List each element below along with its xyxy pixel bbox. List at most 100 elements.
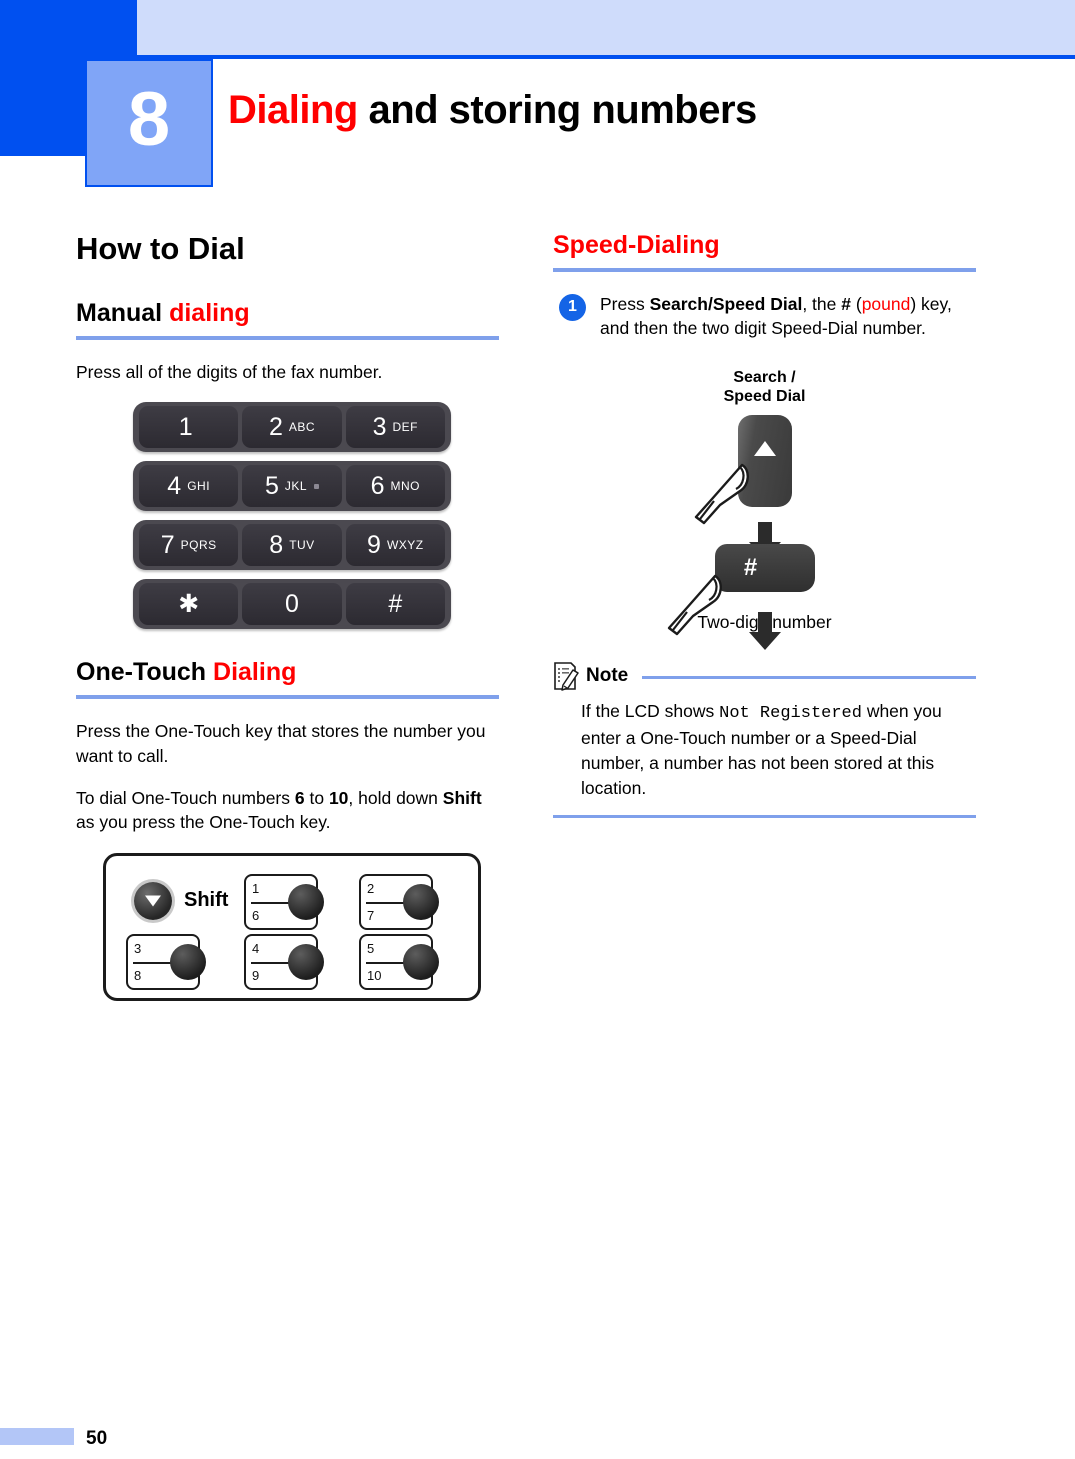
one-touch-number-bottom: 10 <box>367 968 382 984</box>
keypad-key-letters: JKL <box>284 479 308 494</box>
keypad-key-letters: DEF <box>392 420 419 435</box>
search-speed-dial-key-wrap <box>694 414 792 525</box>
footer-accent-bar <box>0 1428 74 1445</box>
keypad-key-1: 1 <box>139 406 239 449</box>
keypad-key-4: 4 GHI <box>139 465 239 508</box>
keypad-key-letters: TUV <box>289 538 315 553</box>
header-light-band <box>137 0 1075 55</box>
subheading-speed-dialing: Speed-Dialing <box>553 231 720 259</box>
note-pencil-icon <box>554 662 579 691</box>
keypad-key-2: 2 ABC <box>242 406 342 449</box>
paragraph-one-touch-1: Press the One-Touch key that stores the … <box>76 720 486 766</box>
one-touch-key-4-9: 4 9 <box>244 934 324 991</box>
keypad-row: 4 GHI 5 JKL 6 MNO <box>133 461 451 512</box>
one-touch-number-top: 3 <box>134 941 142 957</box>
keypad-key-digit: 8 <box>269 530 284 559</box>
one-touch-number-top: 2 <box>367 881 375 897</box>
section-heading-how-to-dial: How to Dial <box>76 231 245 266</box>
keypad-key-digit: 7 <box>160 530 175 559</box>
keypad-key-digit: 3 <box>372 412 387 441</box>
keypad-key-letters: WXYZ <box>386 538 424 553</box>
one-touch-round-button-icon <box>288 884 324 921</box>
keypad-key-digit: 1 <box>178 412 193 441</box>
p2-bold-6: 6 <box>294 787 305 808</box>
step-1-text: Press Search/Speed Dial, the # (pound) k… <box>600 292 976 342</box>
subheading-onetouch-plain: One-Touch <box>76 658 214 687</box>
keypad-key-digit: 2 <box>268 412 283 441</box>
one-touch-key-3-8: 3 8 <box>126 934 206 991</box>
page-number: 50 <box>86 1428 108 1449</box>
subheading-onetouch-accent: Dialing <box>213 658 297 687</box>
speed-dial-sequence-figure: Search / Speed Dial # Two-digit number <box>553 369 976 650</box>
left-column: How to Dial Manual dialing Press all of … <box>76 231 499 1002</box>
p2-pre: To dial One-Touch numbers <box>76 787 295 808</box>
one-touch-key-1-6: 1 6 <box>244 874 324 931</box>
p2-mid2: , hold down <box>348 787 443 808</box>
shift-button-icon <box>134 882 172 921</box>
divider-manual-dialing <box>76 335 499 340</box>
search-speed-dial-caption: Search / Speed Dial <box>553 369 976 407</box>
page-title-accent: Dialing <box>228 88 358 132</box>
step-mid: , the <box>802 293 842 314</box>
one-touch-number-top: 5 <box>367 941 375 957</box>
p2-post: as you press the One-Touch key. <box>76 812 331 833</box>
paragraph-manual-dialing: Press all of the digits of the fax numbe… <box>76 361 383 382</box>
keypad-key-digit: 9 <box>367 530 381 559</box>
p2-bold-10: 10 <box>328 787 349 808</box>
keypad-key-letters: MNO <box>390 479 421 494</box>
divider-one-touch-dialing <box>76 694 499 699</box>
keypad-key-5: 5 JKL <box>242 465 342 508</box>
paragraph-one-touch-2: To dial One-Touch numbers 6 to 10, hold … <box>76 786 499 836</box>
keypad-row: 7 PQRS 8 TUV 9 WXYZ <box>133 520 451 571</box>
keypad-key-digit: ✱ <box>178 589 200 618</box>
note-title: Note <box>586 664 629 686</box>
note-header: Note <box>553 661 976 691</box>
keypad-key-letters: ABC <box>288 420 316 435</box>
p2-bold-shift: Shift <box>442 787 482 808</box>
subheading-manual-dialing: Manual dialing <box>76 299 499 328</box>
keypad-key-3: 3 DEF <box>345 406 445 449</box>
one-touch-key-5-10: 5 10 <box>359 934 439 991</box>
keypad-key-letters: GHI <box>187 479 211 494</box>
step-bold-hash: # <box>841 293 851 314</box>
keypad-key-9: 9 WXYZ <box>345 524 445 567</box>
keypad-row: 1 2 ABC 3 DEF <box>133 402 451 453</box>
hash-key-label: # <box>743 553 758 581</box>
note-lcd-message: Not Registered <box>719 703 862 723</box>
one-touch-number-bottom: 8 <box>134 968 142 984</box>
chapter-number: 8 <box>127 77 171 162</box>
keypad-key-digit: 6 <box>370 471 385 500</box>
hash-key-icon: # <box>714 543 815 592</box>
chapter-number-box: 8 <box>85 59 213 187</box>
one-touch-panel-figure: Shift 1 6 2 7 3 8 4 9 5 10 <box>103 853 481 1002</box>
keypad-key-8: 8 TUV <box>242 524 342 567</box>
caption-line-1: Search / <box>733 369 796 387</box>
keypad-key-star: ✱ <box>139 583 239 626</box>
keypad-key-digit: 4 <box>167 471 182 500</box>
search-speed-dial-key-icon <box>737 414 792 507</box>
one-touch-round-button-icon <box>288 944 324 981</box>
keypad-key-hash: # <box>345 583 445 626</box>
note-footer-rule <box>553 814 976 818</box>
keypad-key-digit: 5 <box>264 471 279 500</box>
subheading-manual-accent: dialing <box>169 299 250 328</box>
subheading-one-touch-dialing: One-Touch Dialing <box>76 659 499 687</box>
step-accent-pound: pound <box>861 293 911 314</box>
keypad-key-6: 6 MNO <box>345 465 445 508</box>
keypad-key-letters: PQRS <box>180 538 217 553</box>
keypad-key-digit: # <box>388 589 403 618</box>
keypad-key-7: 7 PQRS <box>139 524 239 567</box>
right-column: Speed-Dialing 1 Press Search/Speed Dial,… <box>553 231 976 818</box>
keypad-key-0: 0 <box>242 583 342 626</box>
step-pre: Press <box>600 293 650 314</box>
step-paren-open: ( <box>850 293 862 314</box>
one-touch-number-bottom: 6 <box>252 908 260 924</box>
subheading-manual-plain: Manual <box>76 299 170 328</box>
keypad-tactile-dot-icon <box>314 483 320 489</box>
keypad-row: ✱ 0 # <box>133 579 451 630</box>
p2-mid: to <box>304 787 329 808</box>
one-touch-number-top: 1 <box>252 881 260 897</box>
one-touch-round-button-icon <box>403 884 439 921</box>
one-touch-round-button-icon <box>170 944 206 981</box>
note-pre: If the LCD shows <box>581 700 720 721</box>
